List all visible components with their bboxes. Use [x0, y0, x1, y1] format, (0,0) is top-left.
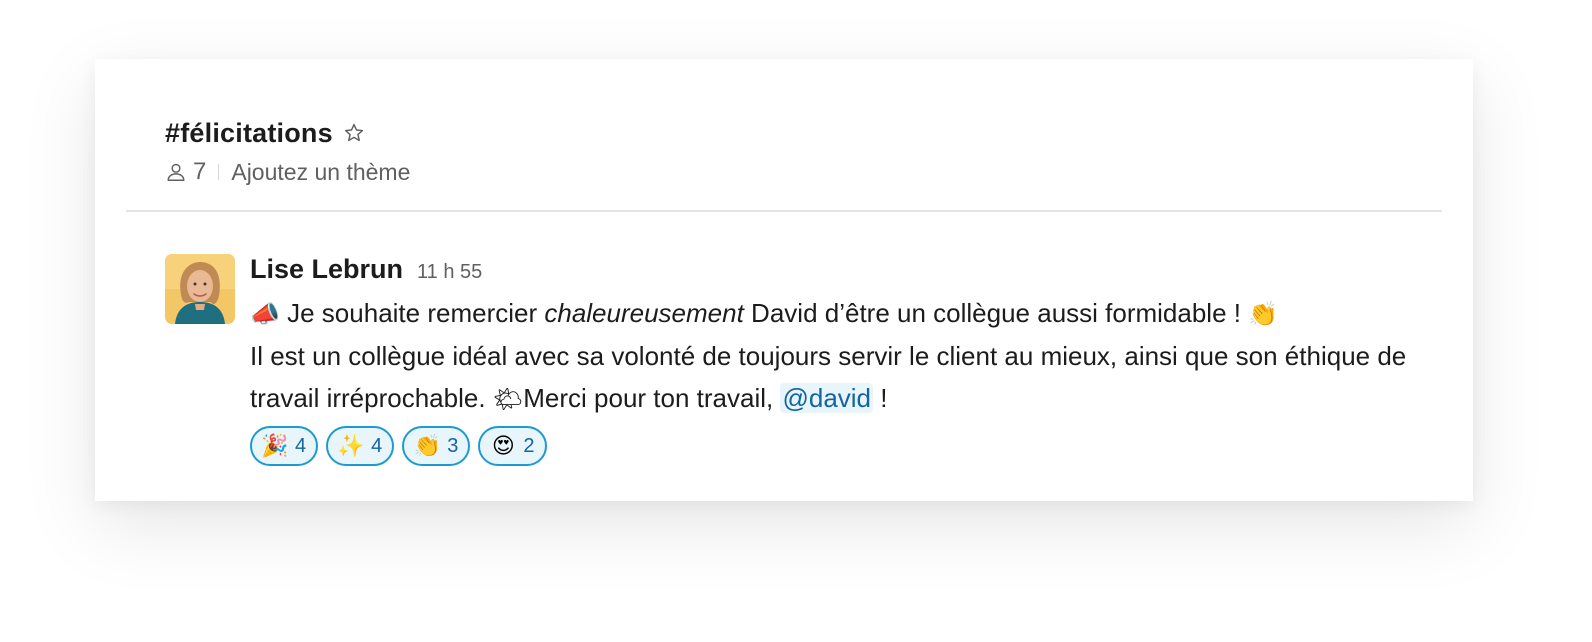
header-divider	[126, 210, 1442, 212]
message-line2-post: Merci pour ton travail,	[523, 383, 781, 413]
channel-card: #félicitations 7 Ajoutez un thème Lise L…	[95, 59, 1473, 501]
message-line1-pre: Je souhaite remercier	[287, 298, 545, 328]
author-name[interactable]: Lise Lebrun	[250, 254, 403, 285]
message-line1-post: David d’être un collègue aussi formidabl…	[743, 298, 1241, 328]
sun-cloud-emoji-icon: 🌤	[492, 385, 524, 413]
avatar[interactable]	[165, 254, 235, 324]
message-line2-end: !	[873, 383, 888, 413]
user-mention[interactable]: @david	[780, 383, 874, 413]
clapping-hands-icon: 👏	[413, 433, 441, 459]
megaphone-emoji-icon: 📣	[250, 300, 280, 328]
meta-separator	[218, 164, 220, 180]
reaction-count: 3	[447, 434, 459, 457]
star-icon[interactable]	[343, 122, 365, 144]
reaction-count: 4	[295, 434, 307, 457]
reaction-sparkles[interactable]: ✨ 4	[326, 426, 395, 466]
message-body: Lise Lebrun 11 h 55 📣 Je souhaite remerc…	[250, 254, 1450, 466]
message-text: 📣 Je souhaite remercier chaleureusement …	[250, 292, 1450, 420]
message-timestamp[interactable]: 11 h 55	[417, 261, 482, 284]
channel-header: #félicitations 7 Ajoutez un thème	[165, 113, 410, 191]
channel-title-row: #félicitations	[165, 113, 410, 153]
reaction-count: 4	[371, 434, 383, 457]
party-popper-icon: 🎉	[261, 433, 289, 459]
members-icon[interactable]	[165, 161, 187, 183]
reaction-heart-eyes[interactable]: 😍 2	[478, 426, 547, 466]
channel-name[interactable]: #félicitations	[165, 118, 333, 149]
add-topic-link[interactable]: Ajoutez un thème	[231, 159, 410, 186]
reaction-count: 2	[523, 434, 535, 457]
member-count[interactable]: 7	[193, 158, 206, 186]
reaction-clap[interactable]: 👏 3	[402, 426, 471, 466]
sparkles-icon: ✨	[337, 433, 365, 459]
message-emphasis: chaleureusement	[544, 298, 744, 328]
channel-meta: 7 Ajoutez un thème	[165, 153, 410, 191]
screen: #félicitations 7 Ajoutez un thème Lise L…	[0, 0, 1592, 642]
reactions-bar: 🎉 4 ✨ 4 👏 3 😍 2	[250, 426, 1450, 466]
reaction-party[interactable]: 🎉 4	[250, 426, 319, 466]
heart-eyes-icon: 😍	[491, 433, 515, 459]
message-header: Lise Lebrun 11 h 55	[250, 254, 1450, 292]
clap-emoji-icon: 👏	[1248, 300, 1279, 328]
